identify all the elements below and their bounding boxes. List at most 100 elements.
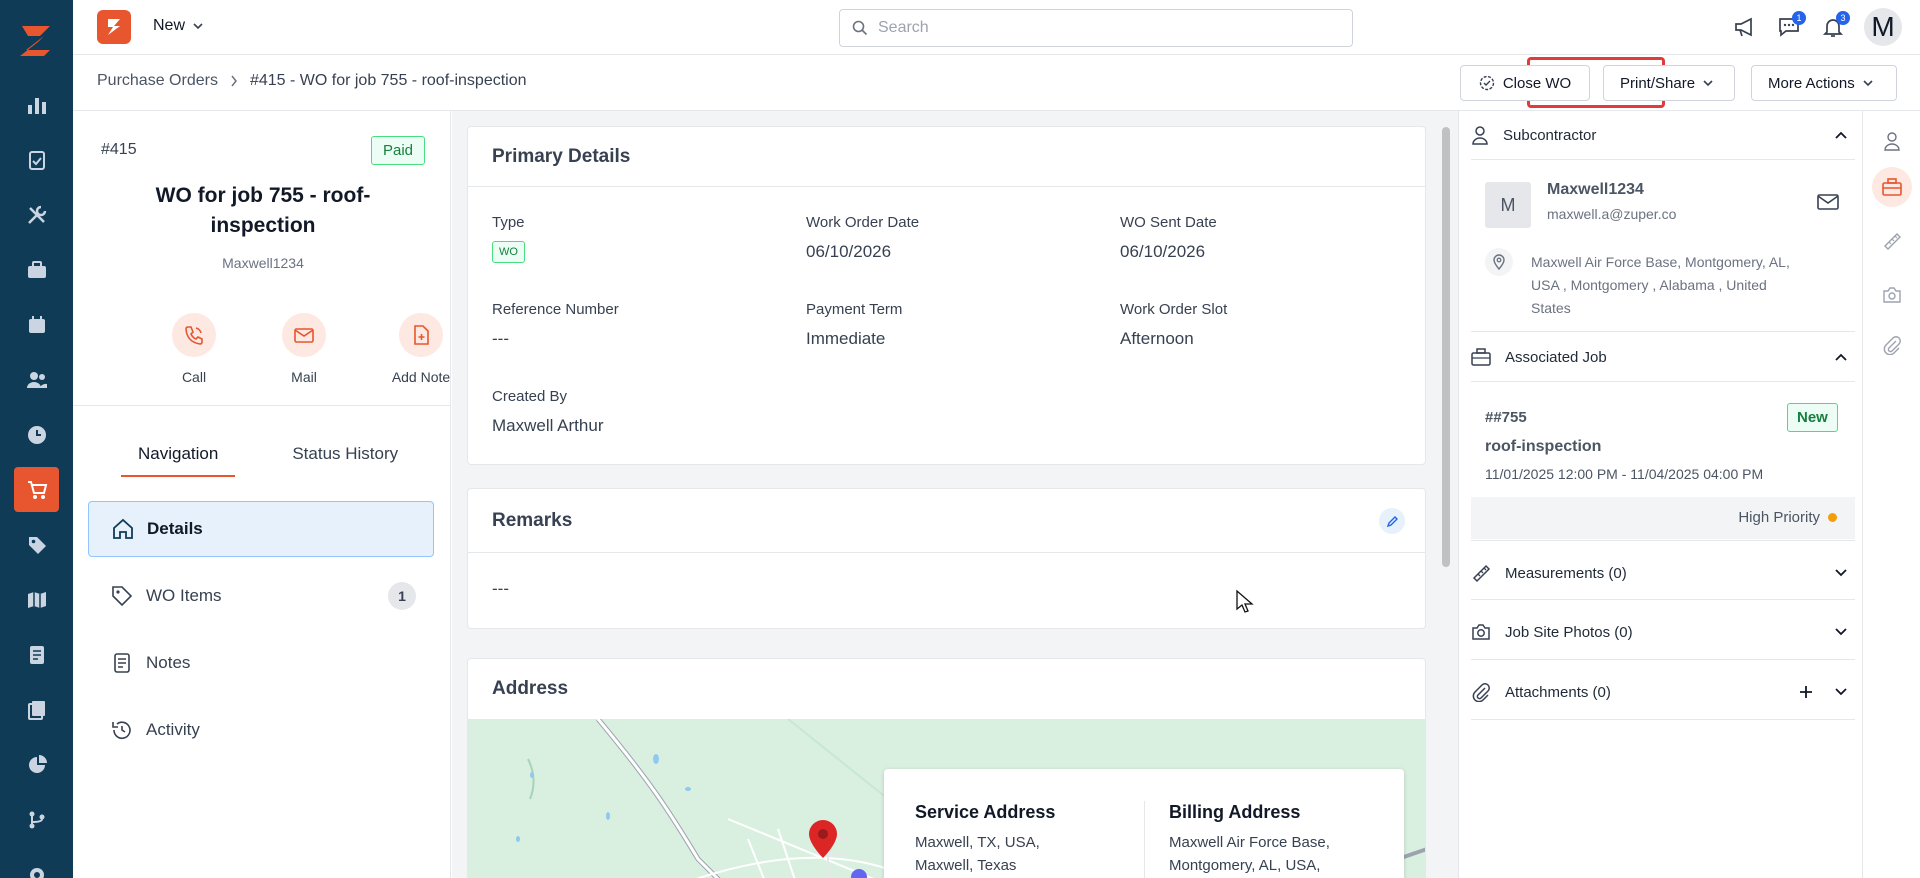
page-header: Purchase Orders #415 - WO for job 755 - … <box>73 55 1920 111</box>
measurements-header[interactable]: Measurements (0) <box>1471 549 1855 597</box>
history-icon <box>110 718 134 742</box>
priority-label: High Priority <box>1738 509 1820 526</box>
chevron-up-icon[interactable] <box>1835 353 1847 361</box>
nav-item-activity[interactable]: Activity <box>88 702 434 758</box>
customers-icon[interactable] <box>0 357 73 403</box>
nav-item-label: Activity <box>146 720 200 739</box>
paperclip-icon[interactable] <box>1863 321 1920 369</box>
address-popup: Service Address Maxwell, TX, USA, Maxwel… <box>884 769 1404 878</box>
job-site-photos-title: Job Site Photos (0) <box>1505 623 1633 641</box>
add-note-icon <box>399 313 443 357</box>
mail-action[interactable]: Mail <box>254 313 354 385</box>
type-field: Type WO <box>492 214 525 263</box>
job-dates: 11/01/2025 12:00 PM - 11/04/2025 04:00 P… <box>1485 466 1764 482</box>
settings-gear-icon[interactable] <box>0 852 73 878</box>
center-scrollbar[interactable] <box>1441 117 1451 873</box>
divider <box>1471 659 1855 660</box>
company-logo-icon[interactable] <box>97 10 131 44</box>
attachments-header[interactable]: Attachments (0) <box>1471 668 1855 716</box>
breadcrumb-purchase-orders-link[interactable]: Purchase Orders <box>97 72 218 90</box>
subcontractor-email: maxwell.a@zuper.co <box>1547 206 1677 222</box>
edit-pencil-icon[interactable] <box>1379 508 1405 534</box>
remarks-value: --- <box>492 579 509 598</box>
field-label: WO Sent Date <box>1120 214 1217 231</box>
user-avatar[interactable]: M <box>1864 8 1902 46</box>
workflow-icon[interactable] <box>0 797 73 843</box>
ruler-icon <box>1471 563 1491 583</box>
divider <box>1471 540 1855 541</box>
search-box[interactable] <box>839 9 1353 47</box>
created-by-field: Created By Maxwell Arthur <box>492 388 603 436</box>
search-icon <box>852 20 868 36</box>
nav-item-wo-items[interactable]: WO Items 1 <box>88 568 434 624</box>
nav-item-details[interactable]: Details <box>88 501 434 557</box>
nav-item-label: Notes <box>146 653 191 672</box>
address-line: Maxwell Air Force Base, Montgomery, AL, <box>1531 254 1790 270</box>
divider <box>1471 159 1855 160</box>
purchase-orders-cart-icon[interactable] <box>14 467 59 512</box>
notifications-bell-icon[interactable]: 3 <box>1820 11 1850 40</box>
job-site-photos-header[interactable]: Job Site Photos (0) <box>1471 608 1855 656</box>
ruler-icon[interactable] <box>1863 217 1920 265</box>
chevron-down-icon <box>1863 79 1873 87</box>
dashboard-icon[interactable] <box>0 82 73 128</box>
tab-status-history[interactable]: Status History <box>275 441 415 477</box>
notifications-badge: 3 <box>1836 11 1850 25</box>
camera-icon <box>1471 623 1491 641</box>
chat-icon[interactable]: 1 <box>1776 11 1806 40</box>
subcontractor-header[interactable]: Subcontractor <box>1471 111 1855 159</box>
chevron-down-icon[interactable] <box>1835 688 1847 696</box>
wo-number: #415 <box>101 141 137 158</box>
add-plus-icon[interactable] <box>1799 685 1813 699</box>
briefcase-icon[interactable] <box>1872 167 1912 207</box>
divider <box>1471 331 1855 332</box>
camera-icon[interactable] <box>1863 271 1920 319</box>
nav-item-notes[interactable]: Notes <box>88 635 434 691</box>
close-wo-button[interactable]: Close WO <box>1460 65 1590 101</box>
nav-item-label: Details <box>147 519 203 538</box>
tools-icon[interactable] <box>0 192 73 238</box>
zuper-logo-icon[interactable] <box>16 20 56 60</box>
billing-address-title: Billing Address <box>1169 802 1301 822</box>
job-name[interactable]: roof-inspection <box>1485 438 1601 456</box>
right-icon-strip <box>1862 111 1920 878</box>
billing-address-line: Montgomery, AL, USA, <box>1169 857 1321 874</box>
reference-number-field: Reference Number --- <box>492 301 619 349</box>
calendar-icon[interactable] <box>0 302 73 348</box>
field-value: Maxwell Arthur <box>492 416 604 435</box>
reports-pie-icon[interactable] <box>0 742 73 788</box>
map-icon[interactable] <box>0 577 73 623</box>
breadcrumb-current: #415 - WO for job 755 - roof-inspection <box>249 72 527 89</box>
scrollbar-thumb[interactable] <box>1442 127 1450 567</box>
status-badge: Paid <box>371 136 426 165</box>
invoice-icon[interactable] <box>0 632 73 678</box>
more-actions-button[interactable]: More Actions <box>1751 65 1897 101</box>
chevron-up-icon[interactable] <box>1835 131 1847 139</box>
search-input[interactable] <box>878 19 1318 37</box>
more-actions-label: More Actions <box>1768 74 1855 92</box>
mouse-cursor-icon <box>1235 589 1255 615</box>
field-label: Work Order Date <box>806 214 920 231</box>
call-action[interactable]: Call <box>144 313 244 385</box>
tab-navigation[interactable]: Navigation <box>121 441 236 477</box>
wo-sent-date-field: WO Sent Date 06/10/2026 <box>1120 214 1217 262</box>
chevron-down-icon[interactable] <box>1835 569 1847 577</box>
subcontractor-name[interactable]: Maxwell1234 <box>1547 181 1644 199</box>
chevron-down-icon[interactable] <box>1835 628 1847 636</box>
divider <box>1471 599 1855 600</box>
price-tag-icon[interactable] <box>0 522 73 568</box>
briefcase-icon[interactable] <box>0 247 73 293</box>
print-share-button[interactable]: Print/Share <box>1603 65 1735 101</box>
documents-icon[interactable] <box>0 687 73 733</box>
jobs-icon[interactable] <box>0 137 73 183</box>
email-envelope-icon[interactable] <box>1817 193 1839 211</box>
new-dropdown-button[interactable]: New <box>153 17 203 35</box>
announcements-megaphone-icon[interactable] <box>1732 14 1758 40</box>
mail-icon <box>282 313 326 357</box>
associated-job-header[interactable]: Associated Job <box>1471 333 1855 381</box>
call-label: Call <box>181 369 207 385</box>
left-tabs: Navigation Status History <box>121 441 415 477</box>
timesheet-icon[interactable] <box>0 412 73 458</box>
person-icon[interactable] <box>1863 117 1920 165</box>
remarks-card: Remarks --- <box>467 488 1426 629</box>
